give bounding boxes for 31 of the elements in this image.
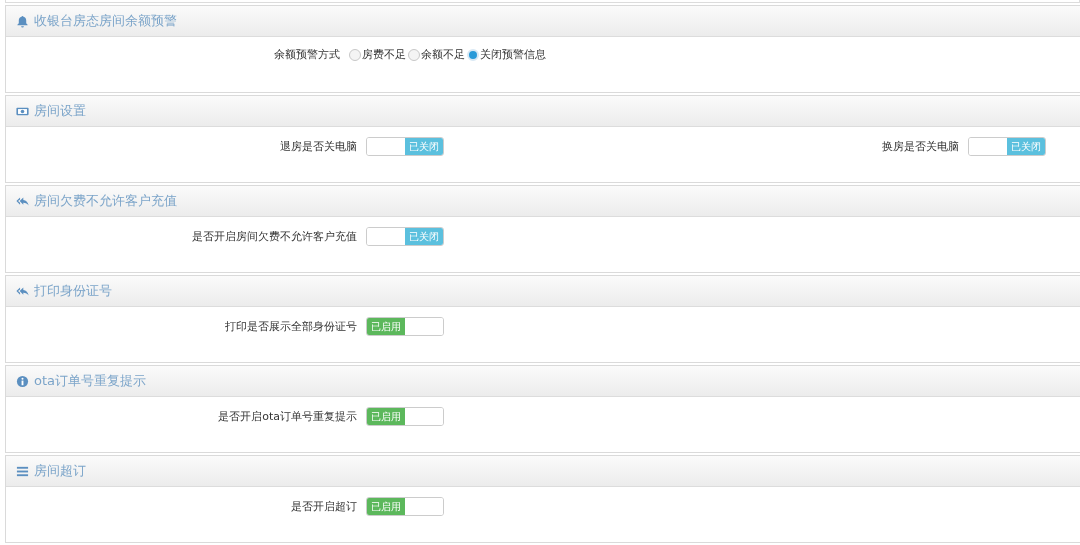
switch-state: 已启用 [367,498,405,515]
toggle-switch[interactable]: 已启用 [366,407,444,426]
menu-icon [16,464,29,478]
setting-label: 是否开启超订 [290,499,358,514]
setting-label: 余额预警方式 [273,47,341,62]
info-icon [16,374,29,388]
toggle-switch[interactable]: 已启用 [366,497,444,516]
radio-option[interactable]: 房费不足 [349,47,406,62]
bell-icon [16,14,29,28]
switch-state: 已关闭 [405,228,443,245]
setting-label: 是否开启房间欠费不允许客户充值 [191,229,358,244]
setting-label: 是否开启ota订单号重复提示 [217,409,358,424]
toggle-switch[interactable]: 已关闭 [366,227,444,246]
panel-title: ota订单号重复提示 [34,372,147,390]
switch-state: 已启用 [367,408,405,425]
panel-title: 房间超订 [34,462,86,480]
radio-option[interactable]: 关闭预警信息 [467,47,546,62]
switch-state: 已关闭 [405,138,443,155]
switch-state: 已关闭 [1007,138,1045,155]
toggle-switch[interactable]: 已启用 [366,317,444,336]
setting-label: 退房是否关电脑 [279,139,358,154]
panel-title: 房间设置 [34,102,86,120]
panel-title: 房间欠费不允许客户充值 [34,192,177,210]
panel-title: 收银台房态房间余额预警 [34,12,177,30]
setting-label: 换房是否关电脑 [881,139,960,154]
switch-state: 已启用 [367,318,405,335]
setting-label: 打印是否展示全部身份证号 [224,319,358,334]
panel-title: 打印身份证号 [34,282,112,300]
radio-option[interactable]: 余额不足 [408,47,465,62]
toggle-switch[interactable]: 已关闭 [968,137,1046,156]
toggle-switch[interactable]: 已关闭 [366,137,444,156]
